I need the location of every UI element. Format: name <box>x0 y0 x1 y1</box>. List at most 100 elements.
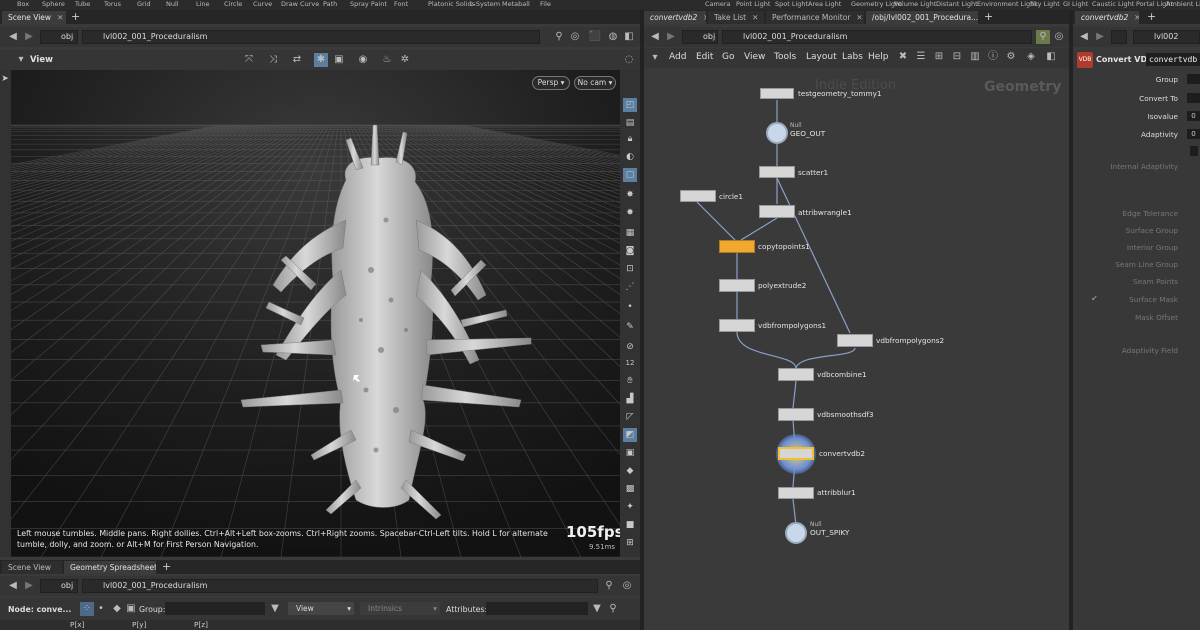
intrinsics-dropdown[interactable]: Intrinsics ▾ <box>360 602 440 615</box>
tab-performance-monitor[interactable]: Performance Monitor ✕ <box>766 11 864 24</box>
shelf-tool-line[interactable]: Line <box>196 0 210 8</box>
box-icon[interactable]: ■ <box>623 518 637 532</box>
shelf-tool-null[interactable]: Null <box>166 0 179 8</box>
back-arrow-icon[interactable]: ◀ <box>648 30 662 44</box>
tab-take-list[interactable]: Take List ✕ <box>708 11 764 24</box>
menu-go[interactable]: Go <box>722 52 734 62</box>
tab-network-path[interactable]: /obj/lvl002_001_Procedura...✕ <box>866 11 978 24</box>
menu-tools[interactable]: Tools <box>774 52 796 62</box>
menu-layout[interactable]: Layout <box>806 52 837 62</box>
viewer-options-icon[interactable]: ◌ <box>622 53 636 67</box>
primitives-icon[interactable]: ◆ <box>110 602 124 616</box>
link-icon[interactable]: ◎ <box>1052 30 1066 44</box>
tab-convertvdb[interactable]: convertvdb2 ✕ <box>644 11 706 24</box>
display-icon[interactable]: ▦ <box>623 226 637 240</box>
points-icon[interactable]: ⁘ <box>80 602 94 616</box>
back-arrow-icon[interactable]: ◀ <box>1077 30 1091 44</box>
3d-viewport[interactable]: Persp ▾ No cam ▾ Left mouse tumbles. Mid… <box>11 70 620 557</box>
isovalue-field[interactable]: 0 <box>1187 111 1200 121</box>
view-dropdown[interactable]: View ▾ <box>288 602 354 615</box>
display-icon[interactable]: ◧ <box>1044 50 1058 64</box>
pin-icon[interactable]: ⚲ <box>552 30 566 44</box>
pane-menu-icon[interactable]: ◧ <box>622 30 636 44</box>
snap-icon[interactable]: ⤧ <box>242 53 256 67</box>
point-icon[interactable]: • <box>623 300 637 314</box>
persp-dropdown[interactable]: Persp ▾ <box>532 76 570 90</box>
export-icon[interactable]: ⊞ <box>623 536 637 550</box>
layout-icon[interactable]: ▥ <box>968 50 982 64</box>
path-root[interactable]: obj <box>40 579 78 593</box>
shelf-tool-torus[interactable]: Torus <box>104 0 121 8</box>
forward-arrow-icon[interactable]: ▶ <box>664 30 678 44</box>
convert-to-dropdown[interactable] <box>1187 93 1200 103</box>
menu-add[interactable]: Add <box>669 52 686 62</box>
shelf-tool-camera[interactable]: Camera <box>705 0 731 8</box>
close-icon[interactable]: ✕ <box>703 13 706 22</box>
pane-menu-icon[interactable]: ▾ <box>648 51 662 65</box>
ghost-icon[interactable]: ▣ <box>332 53 346 67</box>
adaptivity-field[interactable]: 0 <box>1187 129 1200 139</box>
grid-icon[interactable]: ⊞ <box>932 50 946 64</box>
image-icon[interactable]: ▣ <box>623 446 637 460</box>
brush-icon[interactable]: ▟ <box>623 392 637 406</box>
node-out-spiky[interactable] <box>785 522 807 544</box>
path-network[interactable]: lvl002_001_Proceduralism <box>722 30 1032 44</box>
pane-divider[interactable] <box>640 10 644 630</box>
shading-icon[interactable]: ◰ <box>623 98 637 112</box>
shelf-tool-l-system[interactable]: L-System <box>470 0 500 8</box>
shelf-tool-area-light[interactable]: Area Light <box>808 0 841 8</box>
column-header[interactable]: P[x] <box>70 620 84 629</box>
tool-icon[interactable]: ✦ <box>623 500 637 514</box>
shelf-tool-ambient-light[interactable]: Ambient Light <box>1166 0 1200 8</box>
path-network[interactable]: lvl002_001_Proceduralism <box>82 579 598 593</box>
number-icon[interactable]: 12 <box>623 356 637 370</box>
detail-icon[interactable]: ▣ <box>124 602 138 616</box>
record-icon[interactable]: ◉ <box>356 53 370 67</box>
add-tab-icon[interactable]: + <box>1147 10 1156 24</box>
node-geo-out[interactable] <box>766 122 788 144</box>
close-icon[interactable]: ✕ <box>57 13 63 22</box>
settings-gear-icon[interactable]: ✲ <box>398 53 412 67</box>
lock-icon[interactable]: 🔒︎ <box>623 132 637 146</box>
node-scatter[interactable] <box>759 166 795 178</box>
path-network[interactable]: lvl002_001_Proceduralism <box>82 30 540 44</box>
light-bulb-icon[interactable]: ✸ <box>623 188 637 202</box>
tab-geometry-spreadsheet[interactable]: Geometry Spreadsheet✕ <box>64 561 156 574</box>
shelf-tool-path[interactable]: Path <box>323 0 337 8</box>
light-icon[interactable]: ✸ <box>623 206 637 220</box>
back-arrow-icon[interactable]: ◀ <box>6 579 20 593</box>
dropper-icon[interactable]: ⊘ <box>623 340 637 354</box>
menu-help[interactable]: Help <box>868 52 889 62</box>
snap-grid-icon[interactable]: ⋰ <box>623 280 637 294</box>
lock-camera-icon[interactable]: ▤ <box>623 116 637 130</box>
shelf-tool-distant-light[interactable]: Distant Light <box>936 0 978 8</box>
forward-arrow-icon[interactable]: ▶ <box>1093 30 1107 44</box>
info-icon[interactable]: ⓘ <box>986 50 1000 64</box>
align-icon[interactable]: ⊟ <box>950 50 964 64</box>
shelf-tool-spray-paint[interactable]: Spray Paint <box>350 0 387 8</box>
view-menu-icon[interactable]: ▾ <box>14 53 28 67</box>
path-root[interactable]: obj <box>40 30 78 44</box>
path-network[interactable]: lvl002 <box>1133 30 1200 44</box>
node-vdbsmoothsdf[interactable] <box>778 408 814 421</box>
add-tab-icon[interactable]: + <box>984 10 993 24</box>
menu-edit[interactable]: Edit <box>696 52 713 62</box>
link-icon[interactable]: ◎ <box>620 579 634 593</box>
shelf-tool-circle[interactable]: Circle <box>224 0 242 8</box>
node-convertvdb[interactable] <box>778 447 814 460</box>
display-options-icon[interactable]: ✱ <box>314 53 328 67</box>
shelf-tool-platonic-solids[interactable]: Platonic Solids <box>428 0 475 8</box>
tab-scene-view-bottom[interactable]: Scene View <box>2 561 62 574</box>
add-tab-icon[interactable]: + <box>71 10 80 24</box>
node-vdbcombine[interactable] <box>778 368 814 381</box>
node-attribwrangle[interactable] <box>759 205 795 218</box>
measure-icon[interactable]: ◸ <box>623 410 637 424</box>
shelf-tool-volume-light[interactable]: Volume Light <box>894 0 936 8</box>
menu-view[interactable]: View <box>744 52 765 62</box>
tools-icon[interactable]: ✖ <box>896 50 910 64</box>
render-icon[interactable]: ♨ <box>380 53 394 67</box>
shelf-tool-font[interactable]: Font <box>394 0 408 8</box>
back-arrow-icon[interactable]: ◀ <box>6 30 20 44</box>
shelf-tool-environment-light[interactable]: Environment Light <box>977 0 1037 8</box>
camera-dropdown[interactable]: No cam ▾ <box>574 76 616 90</box>
